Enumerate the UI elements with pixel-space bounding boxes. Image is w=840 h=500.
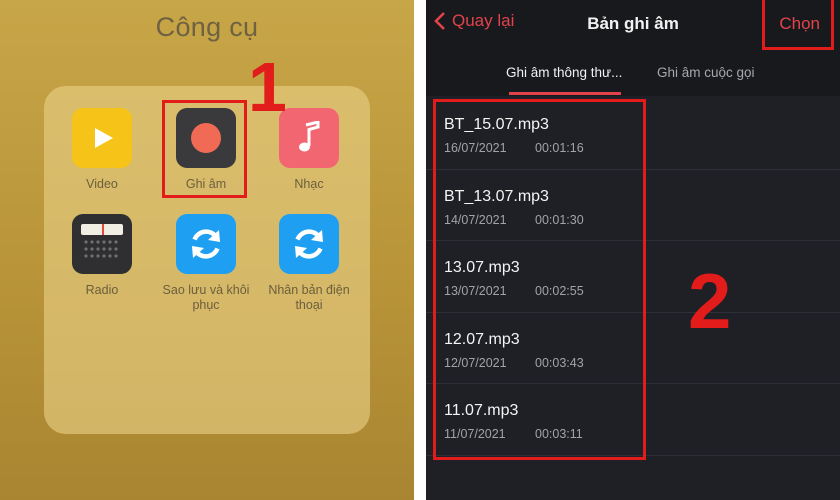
- tab-call-recordings[interactable]: Ghi âm cuộc gọi: [657, 65, 755, 80]
- app-label: Video: [86, 177, 118, 191]
- folder-title: Công cụ: [155, 12, 259, 42]
- recorder-highlight-box: [162, 100, 247, 198]
- step-number-1: 1: [248, 48, 287, 126]
- active-tab-indicator: [509, 92, 621, 95]
- select-highlight-box: [762, 0, 834, 50]
- app-phone-clone[interactable]: Nhân bản điện thoại: [259, 214, 359, 313]
- sync-icon: [279, 214, 339, 274]
- panel-divider: [414, 0, 426, 500]
- tools-folder-screen: Công cụ Video Ghi âm Nhạc Radio Sao lưu …: [0, 0, 414, 500]
- tab-bar: Ghi âm thông thư... Ghi âm cuộc gọi: [426, 52, 840, 96]
- tab-normal-recordings[interactable]: Ghi âm thông thư...: [506, 65, 622, 80]
- music-note-icon: [279, 108, 339, 168]
- app-label: Radio: [85, 283, 119, 297]
- sync-icon: [176, 214, 236, 274]
- app-label: Sao lưu và khôi phục: [162, 283, 250, 312]
- app-backup-restore[interactable]: Sao lưu và khôi phục: [156, 214, 256, 313]
- app-label: Nhạc: [294, 177, 324, 191]
- app-radio[interactable]: Radio: [52, 214, 152, 298]
- app-label: Nhân bản điện thoại: [268, 283, 350, 312]
- radio-icon: [72, 214, 132, 274]
- recordings-highlight-box: [433, 99, 646, 460]
- app-video[interactable]: Video: [52, 108, 152, 192]
- play-icon: [72, 108, 132, 168]
- step-number-2: 2: [688, 257, 732, 345]
